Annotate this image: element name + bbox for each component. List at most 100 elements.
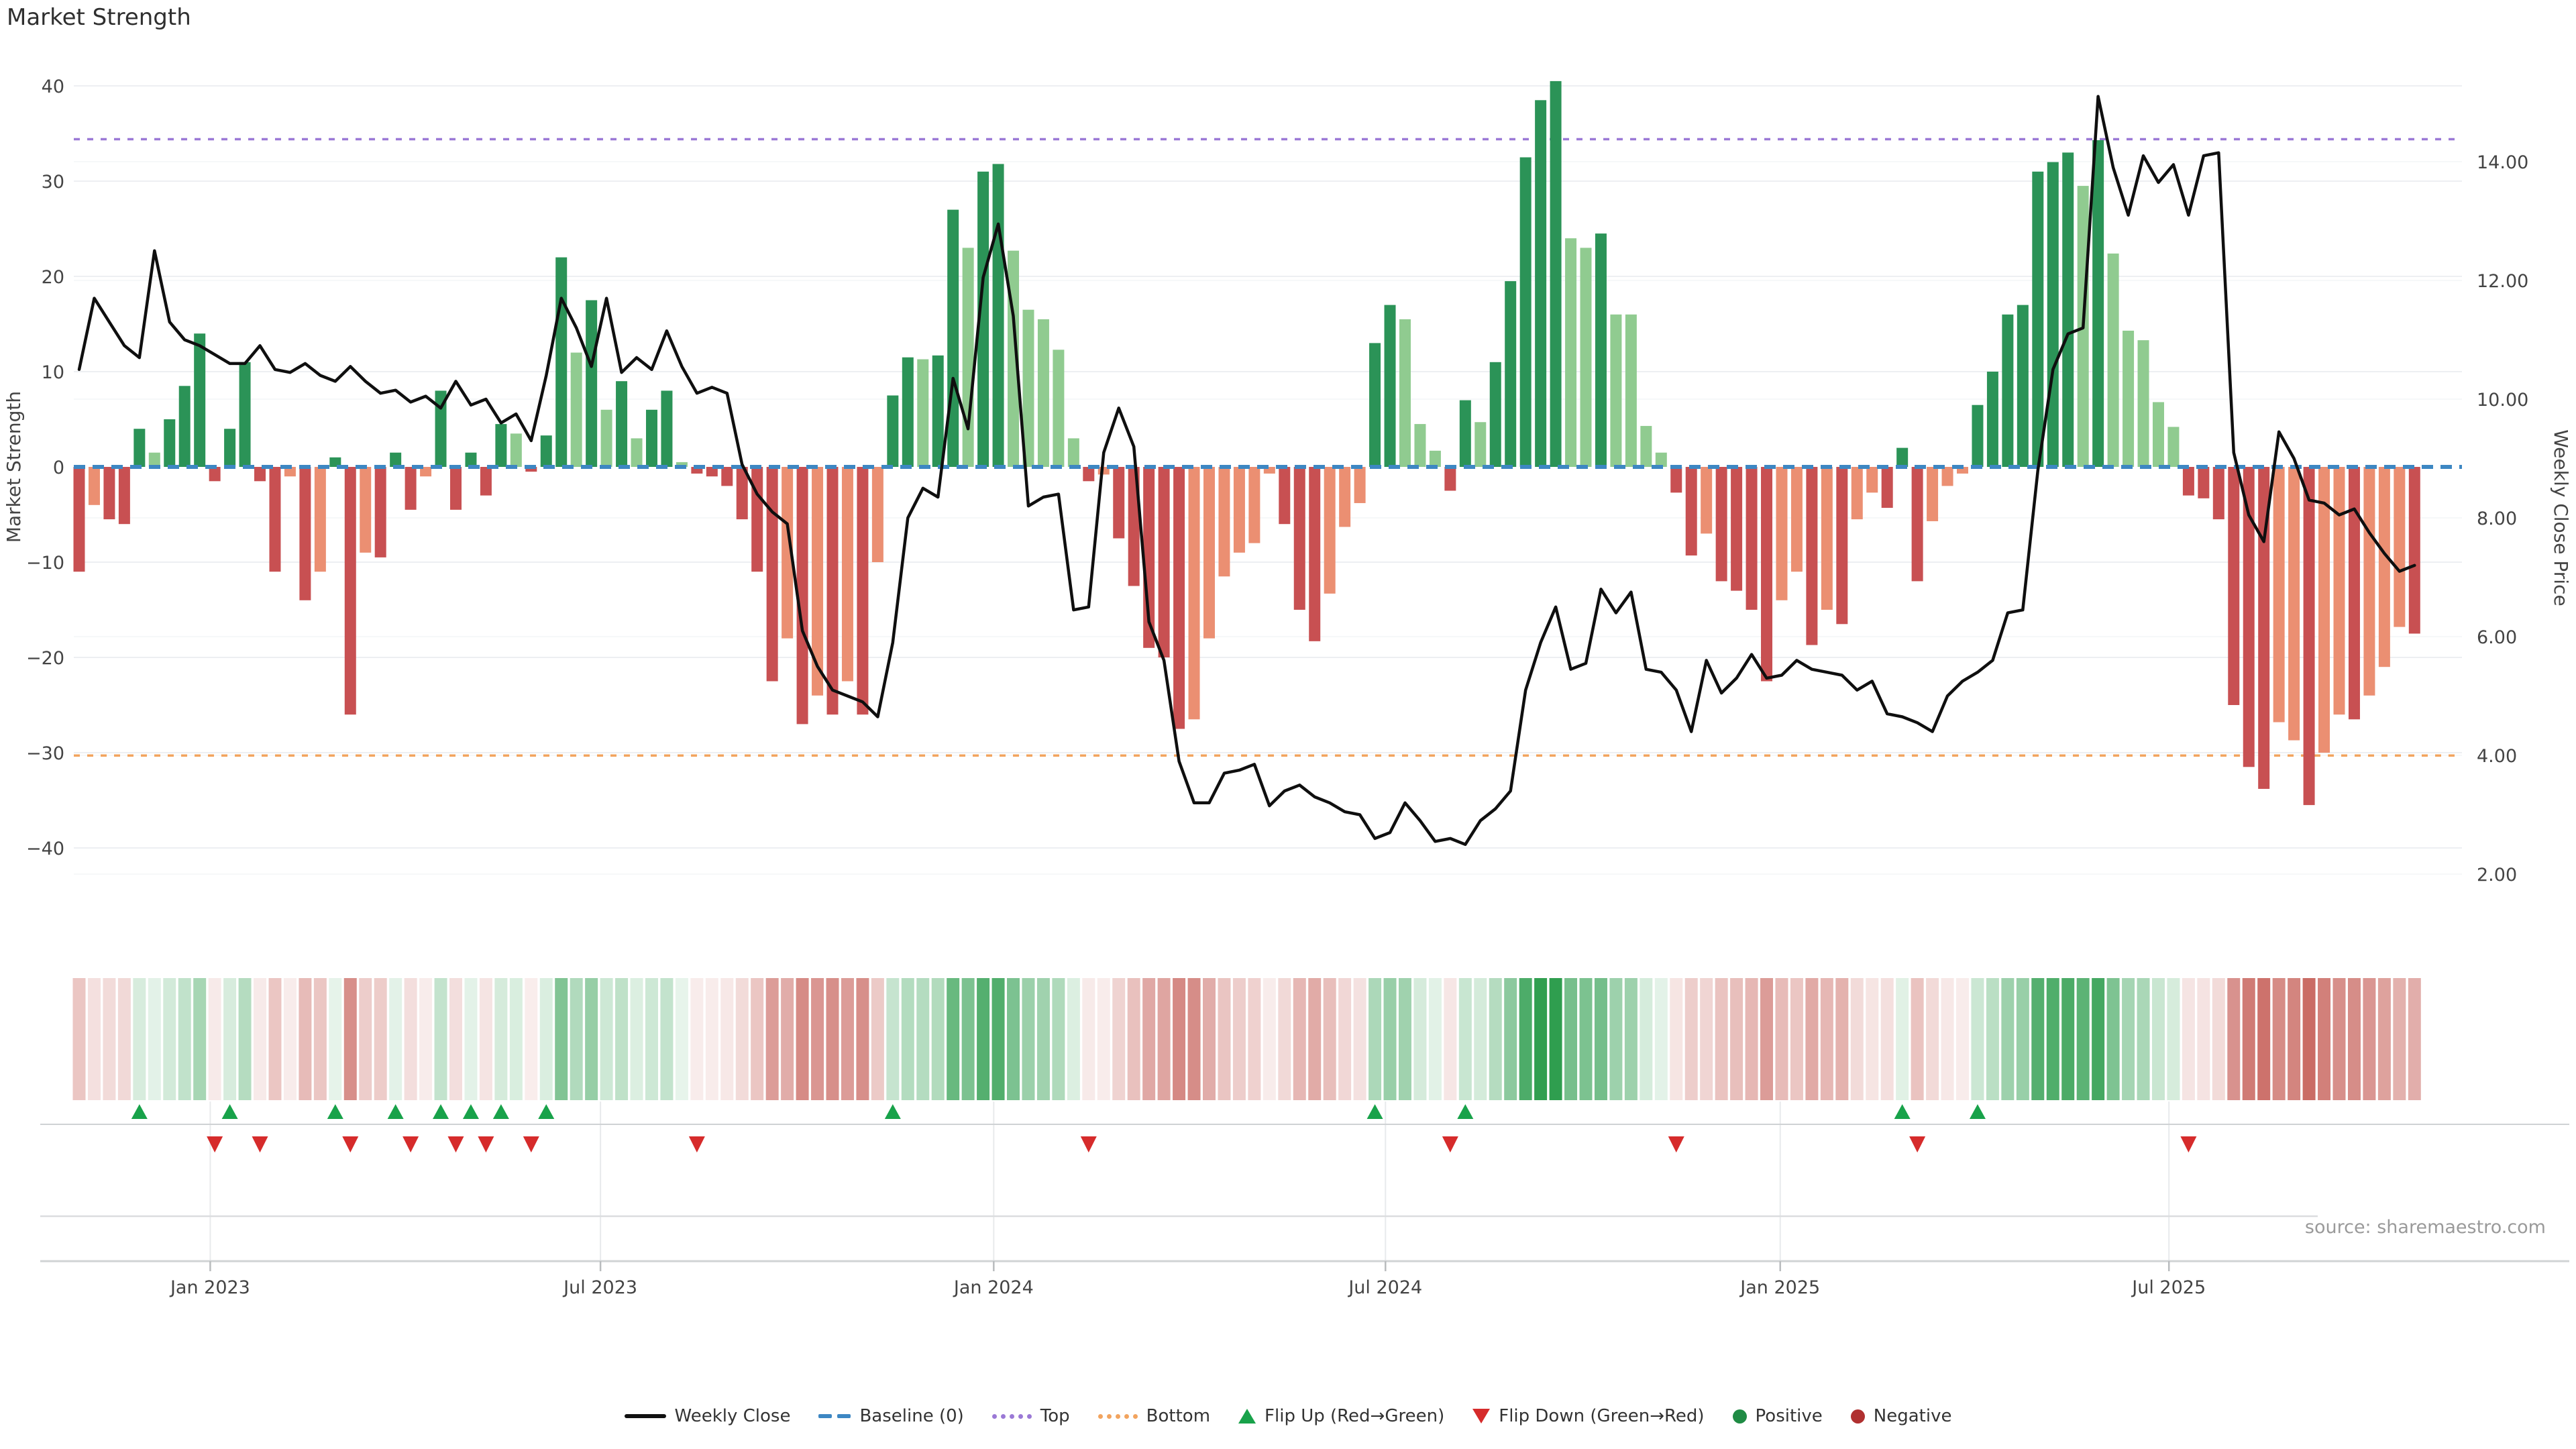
heatmap-cell [148, 978, 161, 1100]
strength-bar [887, 396, 898, 468]
heatmap-cell [1866, 978, 1878, 1100]
strength-bar [2092, 140, 2104, 467]
heatmap-cell [1580, 978, 1593, 1100]
circle-swatch-icon [1851, 1409, 1865, 1424]
strength-bar [119, 467, 130, 524]
chart-legend: Weekly Close Baseline (0) Top Bottom Flip Up… [0, 1406, 2576, 1426]
strength-bar [1490, 362, 1501, 467]
heatmap-cell [1715, 978, 1728, 1100]
strength-bar [661, 390, 672, 467]
heatmap-cell [2257, 978, 2270, 1100]
heatmap-cell [2363, 978, 2375, 1100]
heatmap-cell [299, 978, 311, 1100]
strength-bar [917, 360, 928, 467]
y-left-tick-label: 30 [42, 172, 64, 193]
heatmap-cell [902, 978, 914, 1100]
strength-bar [2273, 467, 2285, 722]
legend-item-baseline-0[interactable]: Baseline (0) [818, 1406, 963, 1426]
heatmap-cell [314, 978, 327, 1100]
legend-item-positive[interactable]: Positive [1733, 1406, 1823, 1426]
legend-item-top[interactable]: Top [992, 1406, 1070, 1426]
strength-bar [495, 424, 506, 467]
flip-down-marker [1668, 1136, 1684, 1152]
heatmap-cell [2393, 978, 2406, 1100]
heatmap-cell [1775, 978, 1788, 1100]
heatmap-cell [1625, 978, 1638, 1100]
heatmap-cell [977, 978, 989, 1100]
strength-bar [1068, 438, 1079, 467]
strength-bar [74, 467, 85, 572]
heatmap-cell [690, 978, 703, 1100]
heatmap-cell [494, 978, 507, 1100]
strength-bar [1248, 467, 1260, 543]
strength-bar [269, 467, 280, 572]
strength-bar [1535, 100, 1546, 467]
strength-bar [2153, 402, 2164, 467]
strength-bar [1866, 467, 1878, 492]
legend-item-bottom[interactable]: Bottom [1098, 1406, 1210, 1426]
strength-bar [1701, 467, 1712, 533]
y-left-tick-label: −20 [26, 648, 64, 669]
heatmap-cell [1188, 978, 1201, 1100]
legend-item-negative[interactable]: Negative [1851, 1406, 1952, 1426]
line-swatch-icon [625, 1414, 666, 1418]
heatmap-cell [2408, 978, 2421, 1100]
legend-item-flip-down-green-red[interactable]: Flip Down (Green→Red) [1472, 1406, 1704, 1426]
strength-bar [2123, 331, 2134, 467]
heatmap-cell [525, 978, 537, 1100]
heatmap-cell [1444, 978, 1456, 1100]
strength-bar [2108, 254, 2119, 467]
x-tick-label: Jan 2023 [169, 1277, 250, 1298]
strength-bar [2198, 467, 2209, 498]
heatmap-cell [1941, 978, 1954, 1100]
strength-bar [1942, 467, 1953, 486]
heatmap-cell [389, 978, 402, 1100]
strength-bar [1385, 305, 1396, 467]
heatmap-cell [1354, 978, 1366, 1100]
strength-bar [993, 164, 1004, 467]
strength-bar [1595, 233, 1607, 467]
x-tick-label: Jul 2024 [1347, 1277, 1422, 1298]
heatmap-cell [2227, 978, 2240, 1100]
heatmap-cell [766, 978, 779, 1100]
heatmap-cell [1746, 978, 1758, 1100]
heatmap-cell [1971, 978, 1984, 1100]
strength-bar [2228, 467, 2239, 705]
flip-up-marker [433, 1104, 449, 1119]
strength-bar [541, 435, 552, 467]
strength-bar [2062, 152, 2074, 467]
strength-bar [1369, 343, 1381, 467]
strength-bar [1474, 422, 1486, 467]
legend-item-label: Negative [1874, 1406, 1952, 1426]
heatmap-cell [676, 978, 688, 1100]
dashed-line-swatch-icon [818, 1414, 851, 1418]
heatmap-cell [2212, 978, 2225, 1100]
heatmap-cell [1474, 978, 1487, 1100]
flip-up-marker [388, 1104, 404, 1119]
flip-down-marker [402, 1136, 419, 1152]
strength-bar [209, 467, 221, 481]
heatmap-cell [2182, 978, 2195, 1100]
flip-up-marker [222, 1104, 238, 1119]
strength-bar [1505, 281, 1516, 467]
heatmap-cell [2137, 978, 2150, 1100]
strength-bar [1339, 467, 1350, 527]
legend-item-weekly-close[interactable]: Weekly Close [625, 1406, 791, 1426]
strength-bar [299, 467, 311, 600]
heatmap-cell [405, 978, 417, 1100]
heatmap-cell [1609, 978, 1622, 1100]
strength-bar [1279, 467, 1290, 524]
heatmap-cell [1805, 978, 1818, 1100]
legend-item-flip-up-red-green[interactable]: Flip Up (Red→Green) [1238, 1406, 1444, 1426]
heatmap-cell [1655, 978, 1668, 1100]
strength-bar [2304, 467, 2315, 805]
heatmap-cell [2047, 978, 2059, 1100]
heatmap-cell [1595, 978, 1607, 1100]
heatmap-cell [209, 978, 221, 1100]
strength-bar [450, 467, 462, 510]
strength-bar [1218, 467, 1230, 576]
strength-bar [586, 301, 597, 468]
strength-bar [963, 248, 974, 467]
flip-up-marker [885, 1104, 901, 1119]
strength-bar [1113, 467, 1124, 539]
